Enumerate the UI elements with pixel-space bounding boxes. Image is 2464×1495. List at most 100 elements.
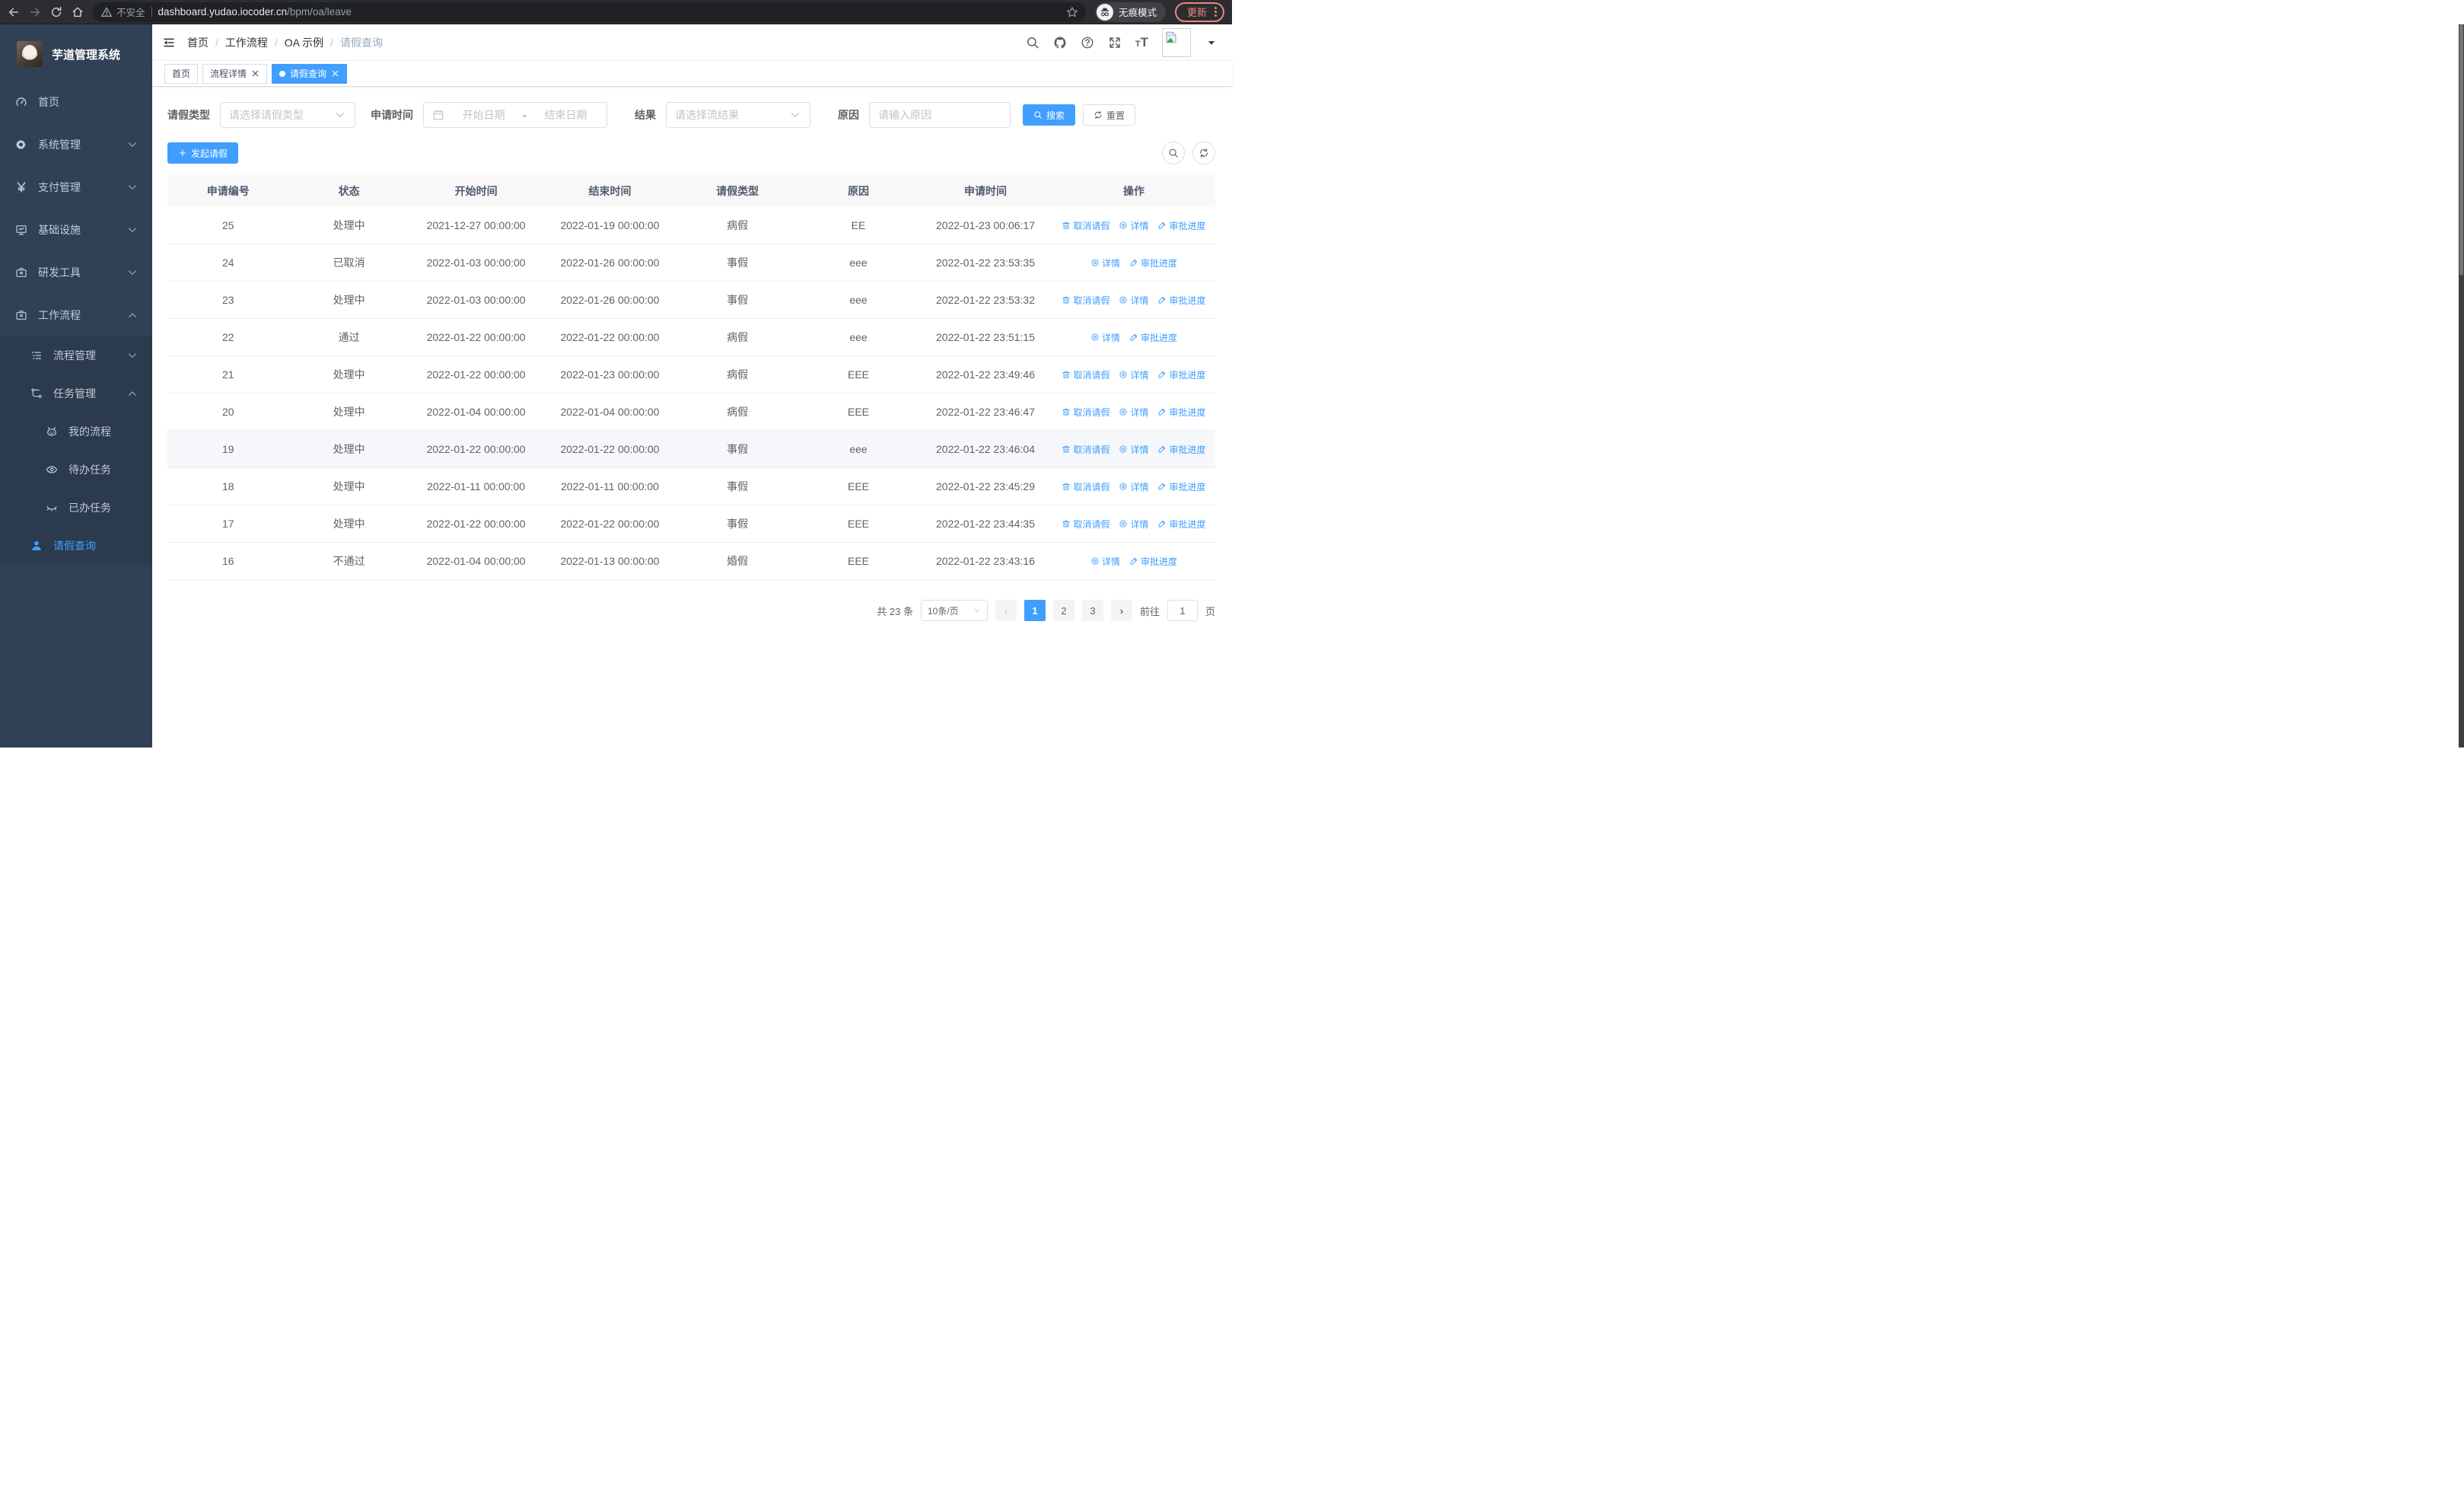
user-menu-caret-icon[interactable] bbox=[1205, 36, 1218, 49]
sidebar: 芋道管理系统 首页 系统管理 支付管理 基础设施 研发工具 工作流程 流程管理 … bbox=[0, 24, 152, 748]
start-date-input[interactable]: 开始日期 bbox=[451, 107, 516, 123]
help-icon[interactable] bbox=[1081, 36, 1094, 49]
person-icon bbox=[30, 540, 43, 552]
browser-reload-button[interactable] bbox=[50, 6, 62, 18]
detail-link[interactable]: 详情 bbox=[1119, 406, 1148, 419]
sidebar-item-leave-query[interactable]: 请假查询 bbox=[0, 527, 152, 565]
toolbox-icon bbox=[15, 309, 27, 321]
cancel-leave-link[interactable]: 取消请假 bbox=[1062, 518, 1109, 531]
sidebar-item-process-mgmt[interactable]: 流程管理 bbox=[0, 336, 152, 375]
fullscreen-icon[interactable] bbox=[1108, 36, 1122, 49]
approval-progress-link[interactable]: 审批进度 bbox=[1157, 219, 1205, 232]
cell-reason: EEE bbox=[847, 406, 869, 418]
breadcrumb-oa-example[interactable]: OA 示例 bbox=[285, 35, 323, 50]
cell-reason: eee bbox=[849, 443, 867, 455]
sidebar-item-infra[interactable]: 基础设施 bbox=[0, 209, 152, 251]
font-size-icon[interactable]: TT bbox=[1135, 36, 1148, 49]
toggle-search-button[interactable] bbox=[1162, 142, 1185, 164]
detail-link[interactable]: 详情 bbox=[1090, 257, 1120, 269]
end-date-input[interactable]: 结束日期 bbox=[533, 107, 598, 123]
apply-time-range-picker[interactable]: 开始日期 - 结束日期 bbox=[423, 102, 607, 128]
sidebar-item-payment[interactable]: 支付管理 bbox=[0, 166, 152, 209]
address-bar[interactable]: 不安全 dashboard.yudao.iocoder.cn/bpm/oa/le… bbox=[93, 2, 1086, 22]
sidebar-item-devtools[interactable]: 研发工具 bbox=[0, 251, 152, 294]
detail-link[interactable]: 详情 bbox=[1119, 443, 1148, 456]
approval-progress-link[interactable]: 审批进度 bbox=[1129, 555, 1177, 568]
refresh-table-button[interactable] bbox=[1192, 142, 1215, 164]
sidebar-item-system[interactable]: 系统管理 bbox=[0, 123, 152, 166]
sidebar-item-task-mgmt[interactable]: 任务管理 bbox=[0, 375, 152, 413]
cancel-leave-link[interactable]: 取消请假 bbox=[1062, 368, 1109, 381]
goto-page-input[interactable]: 1 bbox=[1167, 600, 1198, 621]
page-button-2[interactable]: 2 bbox=[1052, 600, 1074, 621]
cell-actions: 取消请假 详情 审批进度 bbox=[1052, 505, 1215, 542]
cell-reason: EEE bbox=[847, 555, 869, 567]
cancel-leave-link[interactable]: 取消请假 bbox=[1062, 406, 1109, 419]
breadcrumb-workflow[interactable]: 工作流程 bbox=[225, 35, 268, 50]
breadcrumb-current: 请假查询 bbox=[340, 36, 384, 49]
cell-start-time: 2021-12-27 00:00:00 bbox=[426, 219, 526, 231]
create-leave-button[interactable]: 发起请假 bbox=[167, 142, 239, 164]
search-button[interactable]: 搜索 bbox=[1023, 104, 1076, 126]
cell-status: 处理中 bbox=[333, 480, 365, 492]
trash-icon bbox=[1062, 482, 1071, 491]
browser-home-button[interactable] bbox=[72, 6, 84, 18]
sidebar-item-done-tasks[interactable]: 已办任务 bbox=[0, 489, 152, 527]
page-button-3[interactable]: 3 bbox=[1081, 600, 1103, 621]
next-page-button[interactable]: › bbox=[1110, 600, 1132, 621]
browser-back-button[interactable] bbox=[8, 6, 20, 18]
page-size-select[interactable]: 10条/页 bbox=[920, 600, 988, 621]
detail-link[interactable]: 详情 bbox=[1119, 368, 1148, 381]
close-icon[interactable] bbox=[331, 69, 339, 78]
sidebar-item-home[interactable]: 首页 bbox=[0, 81, 152, 123]
approval-progress-link[interactable]: 审批进度 bbox=[1157, 368, 1205, 381]
detail-link[interactable]: 详情 bbox=[1090, 555, 1120, 568]
cancel-leave-link[interactable]: 取消请假 bbox=[1062, 480, 1109, 493]
site-security-chip[interactable]: 不安全 bbox=[100, 5, 145, 19]
tab-process-detail[interactable]: 流程详情 bbox=[202, 63, 268, 84]
result-select[interactable]: 请选择流结果 bbox=[666, 102, 810, 128]
approval-progress-link[interactable]: 审批进度 bbox=[1157, 406, 1205, 419]
detail-link[interactable]: 详情 bbox=[1119, 294, 1148, 307]
reason-input[interactable]: 请输入原因 bbox=[869, 102, 1011, 128]
cancel-leave-link[interactable]: 取消请假 bbox=[1062, 443, 1109, 456]
refresh-icon bbox=[1199, 148, 1209, 158]
cancel-leave-link[interactable]: 取消请假 bbox=[1062, 219, 1109, 232]
avatar[interactable] bbox=[1162, 27, 1191, 57]
approval-progress-link[interactable]: 审批进度 bbox=[1129, 331, 1177, 344]
cancel-leave-link[interactable]: 取消请假 bbox=[1062, 294, 1109, 307]
browser-forward-button[interactable] bbox=[29, 6, 41, 18]
tab-home[interactable]: 首页 bbox=[164, 63, 199, 84]
browser-update-menu[interactable]: 更新 bbox=[1174, 2, 1224, 22]
approval-progress-link[interactable]: 审批进度 bbox=[1157, 443, 1205, 456]
github-icon[interactable] bbox=[1053, 36, 1067, 49]
page-button-1[interactable]: 1 bbox=[1023, 600, 1046, 621]
breadcrumb-home[interactable]: 首页 bbox=[187, 35, 209, 50]
sidebar-item-todo-tasks[interactable]: 待办任务 bbox=[0, 451, 152, 489]
sidebar-item-workflow[interactable]: 工作流程 bbox=[0, 294, 152, 336]
chevron-down-icon bbox=[126, 181, 138, 193]
sidebar-item-my-process[interactable]: 我的流程 bbox=[0, 413, 152, 451]
cell-actions: 取消请假 详情 审批进度 bbox=[1052, 394, 1215, 430]
detail-link[interactable]: 详情 bbox=[1119, 219, 1148, 232]
bookmark-star-icon[interactable] bbox=[1066, 6, 1078, 18]
approval-progress-link[interactable]: 审批进度 bbox=[1157, 294, 1205, 307]
approval-progress-link[interactable]: 审批进度 bbox=[1157, 518, 1205, 531]
prev-page-button[interactable]: ‹ bbox=[995, 600, 1017, 621]
approval-progress-link[interactable]: 审批进度 bbox=[1129, 257, 1177, 269]
detail-link[interactable]: 详情 bbox=[1119, 480, 1148, 493]
close-icon[interactable] bbox=[251, 69, 259, 78]
sidebar-collapse-icon[interactable] bbox=[163, 37, 175, 49]
tab-leave-query[interactable]: 请假查询 bbox=[272, 63, 348, 84]
detail-link[interactable]: 详情 bbox=[1119, 518, 1148, 531]
leave-type-select[interactable]: 请选择请假类型 bbox=[220, 102, 355, 128]
detail-link[interactable]: 详情 bbox=[1090, 331, 1120, 344]
kebab-menu-icon[interactable] bbox=[1214, 7, 1217, 17]
scrollbar-thumb[interactable] bbox=[2459, 24, 2463, 276]
table-row: 21 处理中 2022-01-22 00:00:00 2022-01-23 00… bbox=[167, 356, 1215, 394]
chevron-up-icon bbox=[126, 309, 138, 321]
approval-progress-link[interactable]: 审批进度 bbox=[1157, 480, 1205, 493]
page-scrollbar[interactable] bbox=[2459, 24, 2464, 748]
reset-button[interactable]: 重置 bbox=[1083, 104, 1136, 126]
header-search-icon[interactable] bbox=[1026, 36, 1039, 49]
